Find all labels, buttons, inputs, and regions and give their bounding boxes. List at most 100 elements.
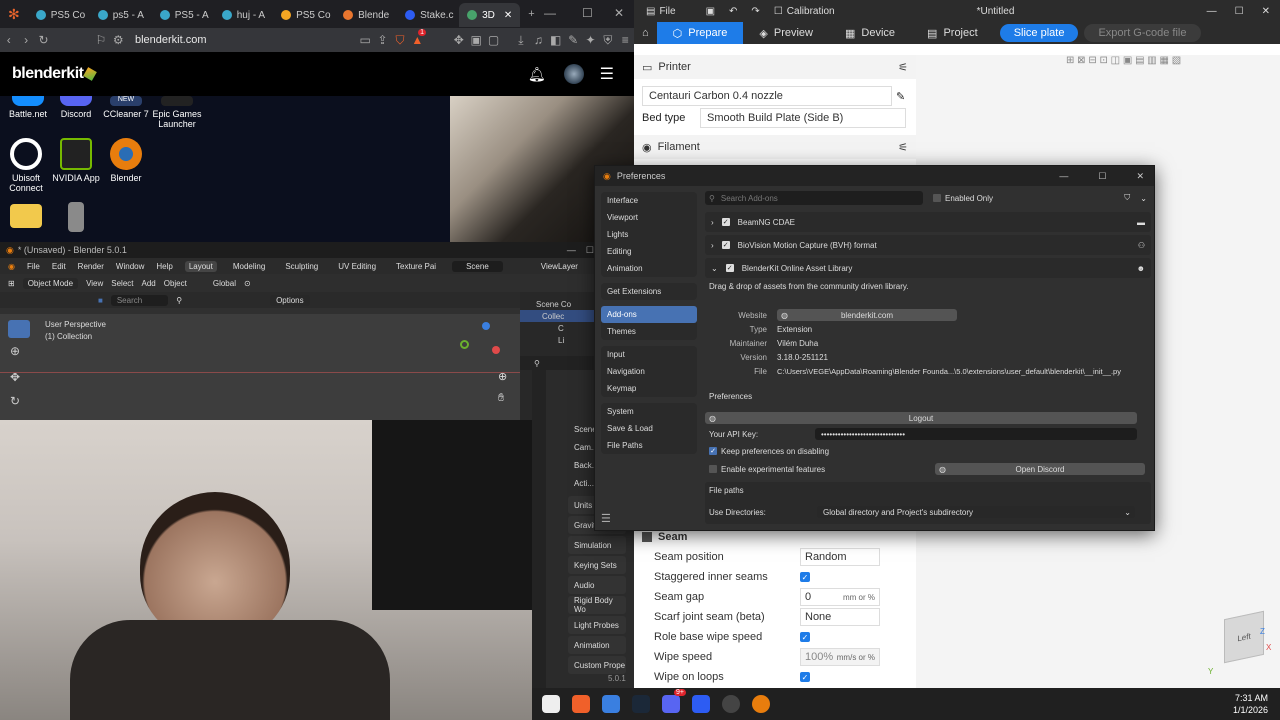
browser-tab[interactable]: PS5 - A bbox=[152, 3, 214, 27]
rotate-tool-icon[interactable]: ↻ bbox=[10, 394, 20, 408]
sidebar-icon[interactable]: ◧ bbox=[547, 33, 564, 47]
taskbar-app-icon[interactable] bbox=[542, 695, 560, 713]
minimize-icon[interactable]: — bbox=[1059, 171, 1068, 181]
menu-file[interactable]: File bbox=[659, 6, 675, 17]
nav-input[interactable]: Input bbox=[601, 346, 697, 363]
avatar[interactable] bbox=[563, 64, 584, 84]
role-wipe-checkbox[interactable]: ✓ bbox=[800, 632, 810, 642]
extensions-icon[interactable]: ✥ bbox=[450, 33, 467, 47]
reload-icon[interactable]: ↻ bbox=[35, 33, 52, 47]
seam-position-select[interactable]: Random bbox=[800, 548, 880, 566]
workspace-tab-sculpting[interactable]: Sculpting bbox=[281, 261, 322, 272]
transform-orientation-selector[interactable]: Global bbox=[213, 279, 236, 288]
minimize-icon[interactable]: — bbox=[1207, 6, 1217, 17]
brave-rewards-icon[interactable]: ▲ 1 bbox=[409, 29, 427, 47]
nav-animation[interactable]: Animation bbox=[601, 260, 697, 277]
save-icon[interactable]: ▣ bbox=[706, 6, 715, 17]
steam-icon[interactable] bbox=[632, 695, 650, 713]
addons-search-input[interactable]: ⚲ Search Add-ons bbox=[705, 191, 923, 205]
nav-save-load[interactable]: Save & Load bbox=[601, 420, 697, 437]
browser-tab[interactable]: PS5 Co bbox=[28, 3, 90, 27]
outliner-scene-collection[interactable]: Scene Co bbox=[520, 298, 600, 310]
close-icon[interactable]: ✕ bbox=[614, 6, 624, 20]
home-icon[interactable]: ⌂ bbox=[634, 27, 657, 39]
z-axis-icon[interactable] bbox=[482, 322, 490, 330]
calibration-icon[interactable]: ☐ bbox=[774, 6, 783, 17]
wallet-icon[interactable]: ▣ bbox=[467, 33, 484, 47]
leo-ai-icon[interactable]: ✦ bbox=[582, 33, 599, 47]
filter-icon[interactable]: ⚲ bbox=[176, 296, 182, 305]
printer-settings-icon[interactable]: ⚟ bbox=[898, 61, 908, 74]
desktop-icon-folder[interactable] bbox=[0, 204, 54, 231]
desktop-icon-blender[interactable]: Blender bbox=[98, 138, 154, 183]
bookmark-icon[interactable]: ⚐ bbox=[92, 33, 109, 47]
panel-custom-properties[interactable]: Custom Prope bbox=[568, 656, 626, 674]
addon-enabled-checkbox[interactable]: ✓ bbox=[721, 218, 730, 226]
nav-editing[interactable]: Editing bbox=[601, 243, 697, 260]
view-layer-selector[interactable]: ViewLayer bbox=[541, 262, 578, 271]
menu-view[interactable]: View bbox=[86, 279, 103, 288]
browser-tab-active[interactable]: 3D ✕ bbox=[459, 3, 521, 27]
brave-icon[interactable] bbox=[572, 695, 590, 713]
view-cube[interactable]: Left bbox=[1224, 610, 1264, 664]
menu-window[interactable]: Window bbox=[116, 262, 144, 271]
hamburger-menu-icon[interactable]: ☰ bbox=[600, 64, 614, 84]
desktop-icon-epic[interactable]: Epic Games Launcher bbox=[149, 96, 205, 129]
panel-keying-sets[interactable]: Keying Sets bbox=[568, 556, 626, 574]
nav-system[interactable]: System bbox=[601, 403, 697, 420]
enabled-only-checkbox[interactable] bbox=[933, 194, 941, 202]
share-icon[interactable]: ⇪ bbox=[374, 33, 391, 47]
taskbar-app-icon[interactable] bbox=[692, 695, 710, 713]
panel-rigid-body-world[interactable]: Rigid Body Wo bbox=[568, 596, 626, 614]
export-gcode-button[interactable]: Export G-code file bbox=[1084, 24, 1201, 42]
tag-icon[interactable]: ⛉ bbox=[1124, 193, 1130, 203]
desktop-icon-nvidia[interactable]: NVIDIA App bbox=[48, 138, 104, 183]
maximize-icon[interactable]: ☐ bbox=[1098, 171, 1106, 182]
properties-search[interactable]: ⚲ bbox=[520, 356, 600, 370]
3d-viewport[interactable]: ⊕ ✥ ↻ User Perspective (1) Collection ⊕ … bbox=[0, 314, 520, 420]
browser-tab[interactable]: Stake.c bbox=[397, 3, 459, 27]
panel-simulation[interactable]: Simulation bbox=[568, 536, 626, 554]
minimize-icon[interactable]: — bbox=[544, 6, 556, 20]
reading-list-icon[interactable]: ✎ bbox=[564, 33, 581, 47]
media-icon[interactable]: ♫ bbox=[530, 33, 547, 47]
scarf-joint-select[interactable]: None bbox=[800, 608, 880, 626]
website-button[interactable]: ◍ blenderkit.com bbox=[777, 309, 957, 321]
minimize-icon[interactable]: — bbox=[567, 245, 576, 255]
addon-row-bvh[interactable]: › ✓ BioVision Motion Capture (BVH) format ⚇ bbox=[705, 235, 1151, 255]
maximize-icon[interactable]: ☐ bbox=[1235, 6, 1244, 17]
undo-icon[interactable]: ↶ bbox=[729, 6, 737, 17]
menu-help[interactable]: Help bbox=[156, 262, 172, 271]
wipe-loops-checkbox[interactable]: ✓ bbox=[800, 672, 810, 682]
cast-icon[interactable]: ▭ bbox=[357, 33, 374, 47]
file-menu-icon[interactable]: ▤ bbox=[646, 6, 655, 17]
workspace-tab-modeling[interactable]: Modeling bbox=[229, 261, 269, 272]
printer-selector[interactable]: Centauri Carbon 0.4 nozzle bbox=[642, 86, 892, 106]
tab-prepare[interactable]: ⬡ Prepare bbox=[656, 22, 744, 44]
screenshot-icon[interactable]: ▢ bbox=[485, 33, 502, 47]
bed-type-selector[interactable]: Smooth Build Plate (Side B) bbox=[700, 108, 906, 128]
desktop-icon-discord[interactable]: Discord bbox=[48, 96, 104, 119]
snap-icon[interactable]: ⊙ bbox=[244, 279, 251, 288]
tab-device[interactable]: ▦ Device bbox=[829, 22, 911, 44]
blender-icon[interactable] bbox=[752, 695, 770, 713]
options-dropdown[interactable]: Options bbox=[270, 294, 310, 306]
outliner-light[interactable]: Li bbox=[520, 334, 600, 346]
discord-icon[interactable]: 9+ bbox=[662, 689, 686, 713]
search-input[interactable]: Search bbox=[110, 294, 169, 306]
x-axis-icon[interactable] bbox=[492, 346, 500, 354]
download-icon[interactable]: ⤓ bbox=[512, 33, 529, 48]
addon-row-beamng[interactable]: › ✓ BeamNG CDAE ▬ bbox=[705, 212, 1151, 232]
panel-audio[interactable]: Audio bbox=[568, 576, 626, 594]
brave-shields-icon[interactable]: ⛉ bbox=[391, 33, 408, 48]
menu-file[interactable]: File bbox=[27, 262, 40, 271]
open-discord-button[interactable]: ◍ Open Discord bbox=[935, 463, 1145, 475]
canvas-toolbar[interactable]: ⊞ ⊠ ⊟ ⊡ ◫ ▣ ▤ ▥ ▦ ▧ bbox=[1066, 55, 1276, 69]
staggered-seams-checkbox[interactable]: ✓ bbox=[800, 572, 810, 582]
desktop-icon-image[interactable] bbox=[48, 202, 104, 235]
experimental-checkbox[interactable] bbox=[709, 465, 717, 473]
workspace-tab-layout[interactable]: Layout bbox=[184, 260, 217, 272]
addon-enabled-checkbox[interactable]: ✓ bbox=[725, 264, 734, 272]
outliner-collection[interactable]: Collec bbox=[520, 310, 600, 322]
nav-get-extensions[interactable]: Get Extensions bbox=[601, 283, 697, 300]
